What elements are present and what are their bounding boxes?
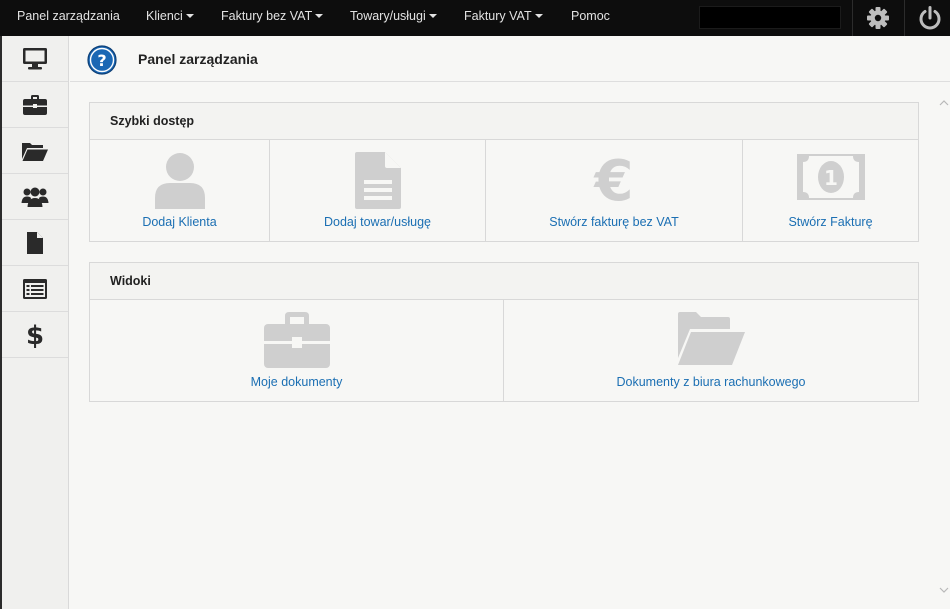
caret-down-icon [185, 13, 194, 18]
svg-text:1: 1 [824, 166, 838, 190]
list-icon [23, 278, 47, 299]
sidebar-item-dashboard[interactable] [2, 36, 68, 82]
users-icon [21, 187, 49, 207]
euro-icon: € [593, 152, 634, 210]
sidebar-item-invoices[interactable] [2, 220, 68, 266]
nav-label: Klienci [146, 9, 183, 23]
folder-open-icon [678, 312, 745, 365]
quick-access-panel: Szybki dostęp Dodaj Klienta Dodaj towar/… [89, 102, 919, 242]
briefcase-icon [23, 94, 47, 115]
tile-my-documents[interactable]: Moje dokumenty [90, 300, 504, 401]
page-header: ? Panel zarządzania [70, 36, 950, 82]
monitor-icon [23, 47, 47, 69]
sidebar-item-folders[interactable] [2, 128, 68, 174]
gear-icon[interactable] [865, 5, 891, 31]
document-icon [27, 231, 43, 254]
tile-label: Stwórz Fakturę [788, 215, 873, 229]
tile-accounting-office-documents[interactable]: Dokumenty z biura rachunkowego [504, 300, 918, 401]
nav-label: Faktury VAT [464, 9, 532, 23]
tile-create-invoice[interactable]: 1 Stwórz Fakturę [743, 140, 918, 241]
nav-klienci[interactable]: Klienci [146, 0, 194, 32]
dollar-icon: $ [26, 321, 44, 349]
svg-text:?: ? [97, 51, 106, 70]
caret-down-icon [534, 13, 543, 18]
nav-label: Panel zarządzania [17, 9, 120, 23]
nav-panel-zarzadzania[interactable]: Panel zarządzania [17, 0, 120, 32]
panel-title: Szybki dostęp [90, 103, 918, 140]
divider [852, 0, 853, 36]
nav-label: Faktury bez VAT [221, 9, 313, 23]
document-icon [354, 152, 401, 209]
sidebar-item-clients[interactable] [2, 174, 68, 220]
caret-down-icon [428, 13, 437, 18]
nav-faktury-bez-vat[interactable]: Faktury bez VAT [221, 0, 324, 32]
sidebar-item-lists[interactable] [2, 266, 68, 312]
panel-title: Widoki [90, 263, 918, 300]
tile-create-invoice-no-vat[interactable]: € Stwórz fakturę bez VAT [486, 140, 743, 241]
svg-text:€: € [593, 152, 634, 210]
caret-down-icon [315, 13, 324, 18]
tile-label: Dokumenty z biura rachunkowego [616, 375, 806, 389]
nav-label: Towary/usługi [350, 9, 426, 23]
tile-add-product[interactable]: Dodaj towar/usługę [270, 140, 486, 241]
svg-text:$: $ [26, 321, 44, 349]
power-icon[interactable] [917, 5, 943, 31]
tile-label: Dodaj Klienta [142, 215, 217, 229]
divider [904, 0, 905, 36]
tile-add-client[interactable]: Dodaj Klienta [90, 140, 270, 241]
folder-open-icon [22, 142, 48, 161]
nav-pomoc[interactable]: Pomoc [571, 0, 610, 32]
scroll-up-icon[interactable] [939, 98, 949, 108]
sidebar: $ [0, 36, 69, 609]
nav-label: Pomoc [571, 9, 610, 23]
top-navbar: Panel zarządzania Klienci Faktury bez VA… [0, 0, 950, 36]
views-panel: Widoki Moje dokumenty Dokumenty z biura … [89, 262, 919, 402]
help-icon[interactable]: ? [87, 45, 117, 75]
tile-label: Stwórz fakturę bez VAT [549, 215, 679, 229]
search-box[interactable] [699, 6, 841, 29]
tile-label: Dodaj towar/usługę [323, 215, 431, 229]
nav-faktury-vat[interactable]: Faktury VAT [464, 0, 543, 32]
sidebar-item-payments[interactable]: $ [2, 312, 68, 358]
nav-towary-uslugi[interactable]: Towary/usługi [350, 0, 437, 32]
scroll-down-icon[interactable] [939, 585, 949, 595]
user-icon [154, 153, 205, 209]
sidebar-item-documents[interactable] [2, 82, 68, 128]
banknote-icon: 1 [796, 154, 865, 200]
briefcase-icon [263, 312, 330, 368]
page-title: Panel zarządzania [138, 51, 258, 67]
tile-label: Moje dokumenty [250, 375, 343, 389]
